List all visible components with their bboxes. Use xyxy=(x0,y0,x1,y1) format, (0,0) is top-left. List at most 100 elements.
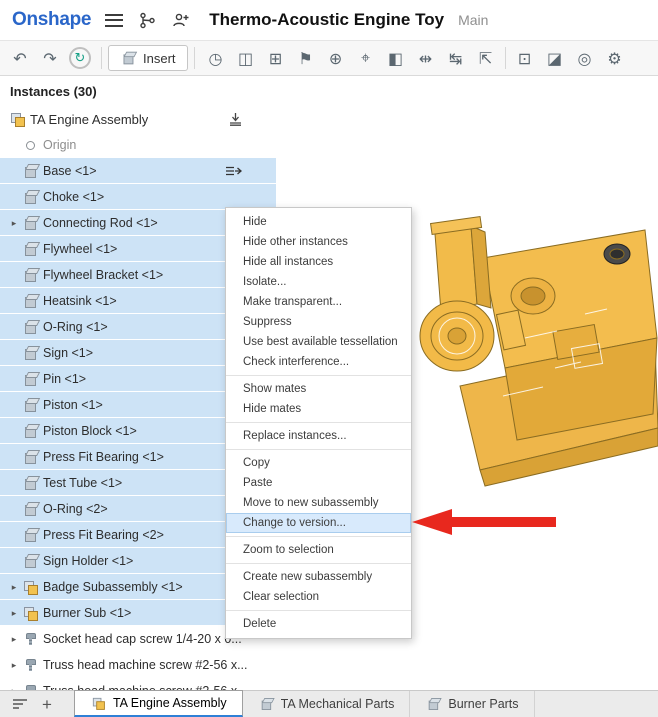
chevron-right-icon[interactable]: ▸ xyxy=(6,218,22,229)
mate-icon[interactable]: ◷ xyxy=(201,44,231,72)
bolt-icon xyxy=(22,683,38,690)
insert-button-label: Insert xyxy=(143,51,176,66)
menu-item[interactable]: Hide all instances xyxy=(226,252,411,272)
transform-icon[interactable]: ⇱ xyxy=(471,44,501,72)
menu-separator xyxy=(226,563,411,564)
menu-item-label: Hide xyxy=(243,216,267,228)
instance-row[interactable]: ▸ Origin xyxy=(0,132,276,158)
menu-item-label: Clear selection xyxy=(243,591,319,603)
assembly-icon xyxy=(22,579,38,595)
display-states-icon[interactable]: ◧ xyxy=(381,44,411,72)
instances-panel-title: Instances (30) xyxy=(0,76,276,106)
part-icon xyxy=(22,189,38,205)
menu-item[interactable]: Clear selection xyxy=(226,587,411,607)
menu-item[interactable]: Hide other instances xyxy=(226,232,411,252)
instance-label: TA Engine Assembly xyxy=(30,112,148,127)
menu-item[interactable]: Replace instances... xyxy=(226,426,411,446)
menu-item[interactable]: Show mates xyxy=(226,379,411,399)
part-icon xyxy=(22,527,38,543)
replicate-icon[interactable]: ⊞ xyxy=(261,44,291,72)
document-tabs: TA Engine Assembly TA Mechanical Parts B… xyxy=(74,691,535,717)
toolbar-separator xyxy=(101,47,102,69)
instance-label: Press Fit Bearing <1> xyxy=(43,450,164,464)
bolt-icon xyxy=(22,631,38,647)
assembly-toolbar: ↶↷↻ Insert ◷◫⊞⚑⊕⌖◧⇹↹⇱ ⊡◪◎⚙ xyxy=(0,40,658,76)
update-icon[interactable]: ↻ xyxy=(65,44,95,72)
menu-separator xyxy=(226,422,411,423)
menu-item[interactable]: Zoom to selection xyxy=(226,540,411,560)
document-tab-bar: + TA Engine Assembly TA Mechanical Parts… xyxy=(0,690,658,717)
chevron-right-icon[interactable]: ▸ xyxy=(6,608,22,619)
instance-row[interactable]: ▸ Base <1> xyxy=(0,158,276,184)
chevron-right-icon[interactable]: ▸ xyxy=(6,686,22,691)
instance-label: Test Tube <1> xyxy=(43,476,122,490)
menu-item-label: Zoom to selection xyxy=(243,544,334,556)
instance-row[interactable]: ▸ Truss head machine screw #2-56 x... xyxy=(0,652,276,678)
menu-item[interactable]: Use best available tessellation xyxy=(226,332,411,352)
isolate-icon[interactable]: ◎ xyxy=(570,44,600,72)
document-title: Thermo-Acoustic Engine Toy xyxy=(209,10,444,30)
measure-icon[interactable]: ↹ xyxy=(441,44,471,72)
menu-item-label: Hide other instances xyxy=(243,236,348,248)
new-tab-icon[interactable]: + xyxy=(42,696,52,713)
instance-label: Badge Subassembly <1> xyxy=(43,580,183,594)
tab-manager-icon[interactable] xyxy=(12,697,28,711)
redo-icon[interactable]: ↷ xyxy=(35,44,65,72)
menu-item[interactable]: Delete xyxy=(226,614,411,634)
versions-icon[interactable] xyxy=(137,10,157,30)
chevron-right-icon[interactable]: ▸ xyxy=(6,582,22,593)
instance-label: O-Ring <2> xyxy=(43,502,108,516)
workspace-name[interactable]: Main xyxy=(458,12,488,28)
instance-label: Base <1> xyxy=(43,164,97,178)
move-icon[interactable]: ⇹ xyxy=(411,44,441,72)
instance-label: Origin xyxy=(43,138,76,152)
menu-item[interactable]: Hide xyxy=(226,212,411,232)
menu-item[interactable]: Make transparent... xyxy=(226,292,411,312)
instance-label: Truss head machine screw #2-56 x... xyxy=(43,684,248,690)
main-area: Instances (30) ▸ TA Engine Assembly ▸ Or… xyxy=(0,76,658,690)
document-tab[interactable]: Burner Parts xyxy=(410,691,534,717)
menu-item[interactable]: Create new subassembly xyxy=(226,567,411,587)
menu-item[interactable]: Move to new subassembly xyxy=(226,493,411,513)
tab-icon xyxy=(259,697,273,711)
named-positions-icon[interactable]: ⚑ xyxy=(291,44,321,72)
part-icon xyxy=(22,371,38,387)
part-icon xyxy=(22,267,38,283)
part-icon xyxy=(22,319,38,335)
section-view-icon[interactable]: ◪ xyxy=(540,44,570,72)
3d-model[interactable] xyxy=(405,216,658,506)
insert-button[interactable]: Insert xyxy=(108,45,188,71)
instance-label: Burner Sub <1> xyxy=(43,606,131,620)
part-icon xyxy=(22,241,38,257)
bolt-icon xyxy=(22,657,38,673)
part-icon xyxy=(22,345,38,361)
explode-icon[interactable]: ⊕ xyxy=(321,44,351,72)
menu-item[interactable]: Check interference... xyxy=(226,352,411,372)
menu-item[interactable]: Suppress xyxy=(226,312,411,332)
document-tab[interactable]: TA Mechanical Parts xyxy=(243,691,411,717)
menu-separator xyxy=(226,449,411,450)
menu-item-label: Copy xyxy=(243,457,270,469)
menu-item[interactable]: Copy xyxy=(226,453,411,473)
mated-icon xyxy=(226,166,242,176)
chevron-right-icon[interactable]: ▸ xyxy=(6,660,22,671)
share-icon[interactable] xyxy=(171,10,191,30)
instance-row[interactable]: ▸ Truss head machine screw #2-56 x... xyxy=(0,678,276,690)
tab-icon xyxy=(427,697,441,711)
document-tab[interactable]: TA Engine Assembly xyxy=(74,690,243,717)
undo-icon[interactable]: ↶ xyxy=(5,44,35,72)
menu-item-label: Isolate... xyxy=(243,276,286,288)
menu-item[interactable]: Change to version... xyxy=(226,513,411,533)
select-icon[interactable]: ⊡ xyxy=(510,44,540,72)
instance-row[interactable]: ▸ TA Engine Assembly xyxy=(0,106,276,132)
menu-item[interactable]: Isolate... xyxy=(226,272,411,292)
menu-item[interactable]: Hide mates xyxy=(226,399,411,419)
menu-item[interactable]: Paste xyxy=(226,473,411,493)
hamburger-menu-icon[interactable] xyxy=(105,14,123,27)
group-icon[interactable]: ◫ xyxy=(231,44,261,72)
chevron-right-icon[interactable]: ▸ xyxy=(6,634,22,645)
onshape-logo[interactable]: Onshape xyxy=(12,9,91,31)
instance-label: Truss head machine screw #2-56 x... xyxy=(43,658,248,672)
snapshot-icon[interactable]: ⌖ xyxy=(351,44,381,72)
settings-icon[interactable]: ⚙ xyxy=(600,44,630,72)
